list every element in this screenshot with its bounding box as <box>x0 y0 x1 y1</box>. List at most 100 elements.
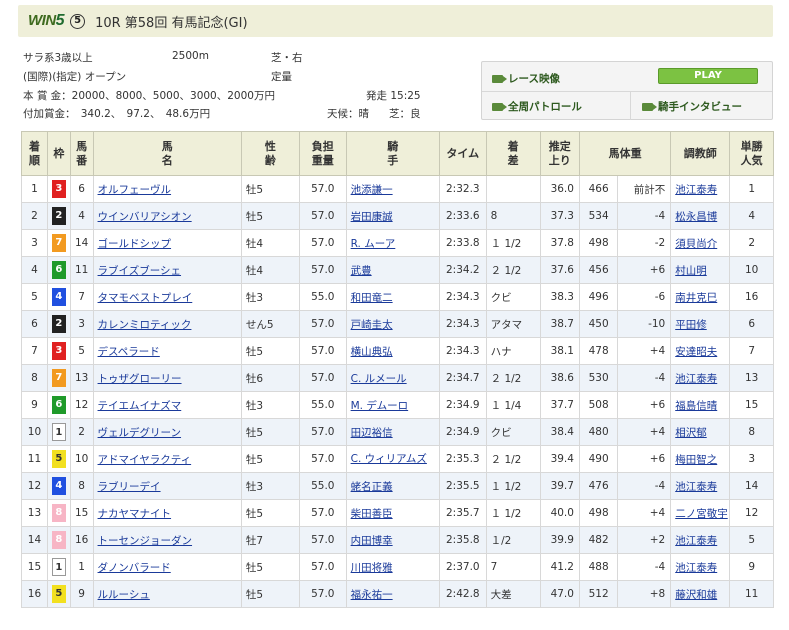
trainer-link[interactable]: 梅田智之 <box>675 454 717 466</box>
waku-badge: 1 <box>51 558 66 576</box>
last-cell: 39.4 <box>539 445 580 473</box>
last-cell: 41.2 <box>539 553 580 581</box>
trainer-cell: 梅田智之 <box>670 445 731 473</box>
jockey-interview-button[interactable]: 騎手インタビュー <box>642 99 742 114</box>
race-video-button[interactable]: レース映像 <box>492 71 560 86</box>
pop-cell: 11 <box>729 580 774 608</box>
sex-cell: 牡5 <box>240 445 300 473</box>
num-cell: 9 <box>69 580 94 608</box>
bwd-cell: -6 <box>617 283 672 311</box>
jockey-link[interactable]: 蛯名正義 <box>351 481 393 493</box>
horse-link[interactable]: テイエムイナズマ <box>98 400 182 412</box>
time-cell: 2:34.9 <box>438 391 487 419</box>
waku-cell: 4 <box>46 472 71 500</box>
weather: 天候：晴 <box>327 108 369 120</box>
sex-cell: 牡5 <box>240 202 300 230</box>
horse-link[interactable]: オルフェーヴル <box>98 184 172 196</box>
jockey-link[interactable]: 岩田康誠 <box>351 211 393 223</box>
jockey-link[interactable]: 柴田善臣 <box>351 508 393 520</box>
jockey-link[interactable]: 田辺裕信 <box>351 427 393 439</box>
horse-link[interactable]: ウインバリアシオン <box>98 211 192 223</box>
time-cell: 2:33.8 <box>438 229 487 257</box>
horse-link[interactable]: デスペラード <box>98 346 160 358</box>
jockey-link[interactable]: C. ウィリアムズ <box>351 453 427 465</box>
jockey-link[interactable]: 福永祐一 <box>351 589 393 601</box>
pos-cell: 9 <box>21 391 48 419</box>
horse-link[interactable]: ラブイズブーシェ <box>98 265 181 277</box>
trainer-link[interactable]: 福島信晴 <box>675 400 717 412</box>
jockey-link[interactable]: 横山典弘 <box>351 346 393 358</box>
jockey-link[interactable]: 武豊 <box>351 265 372 277</box>
wt-cell: 57.0 <box>298 526 347 554</box>
trainer-cell: 藤沢和雄 <box>670 580 731 608</box>
horse-cell: テイエムイナズマ <box>92 391 242 419</box>
play-button[interactable]: PLAY <box>658 68 758 84</box>
horse-link[interactable]: ゴールドシップ <box>98 238 172 250</box>
jockey-link[interactable]: C. ルメール <box>351 373 407 385</box>
sex-cell: せん5 <box>240 310 300 338</box>
jockey-link[interactable]: R. ムーア <box>351 238 396 250</box>
horse-link[interactable]: アドマイヤラクティ <box>98 454 192 466</box>
horse-link[interactable]: ナカヤマナイト <box>98 508 172 520</box>
trainer-link[interactable]: 池江泰寿 <box>675 184 717 196</box>
trainer-link[interactable]: 松永昌博 <box>675 211 717 223</box>
jockey-link[interactable]: M. デムーロ <box>351 400 409 412</box>
trainer-link[interactable]: 池江泰寿 <box>675 535 717 547</box>
trainer-link[interactable]: 須貝尚介 <box>675 238 717 250</box>
divider <box>630 92 631 120</box>
trainer-link[interactable]: 池江泰寿 <box>675 373 717 385</box>
horse-link[interactable]: カレンミロティック <box>98 319 192 331</box>
jockey-link[interactable]: 戸崎圭太 <box>351 319 393 331</box>
margin-cell: １ 1/2 <box>485 472 541 500</box>
sex-cell: 牡5 <box>240 499 300 527</box>
trainer-link[interactable]: 藤沢和雄 <box>675 589 717 601</box>
margin-cell: １ 1/2 <box>485 499 541 527</box>
trainer-link[interactable]: 池江泰寿 <box>675 562 717 574</box>
trainer-link[interactable]: 安達昭夫 <box>675 346 717 358</box>
result-row: 1 3 6 オルフェーヴル 牡5 57.0 池添謙一 2:32.3 36.0 466 前計不 池江泰寿… <box>21 175 774 203</box>
jockey-link[interactable]: 池添謙一 <box>351 184 393 196</box>
margin-cell: 8 <box>485 202 541 230</box>
pos-cell: 13 <box>21 499 48 527</box>
media-buttons-panel: レース映像 PLAY 全周パトロール 騎手インタビュー <box>481 61 773 120</box>
trainer-cell: 村山明 <box>670 256 731 284</box>
sex-cell: 牡3 <box>240 472 300 500</box>
trainer-link[interactable]: 村山明 <box>675 265 707 277</box>
patrol-video-button[interactable]: 全周パトロール <box>492 99 582 114</box>
horse-link[interactable]: ルルーシュ <box>98 589 150 601</box>
horse-link[interactable]: ヴェルデグリーン <box>98 427 181 439</box>
jockey-link[interactable]: 内田博幸 <box>351 535 393 547</box>
pos-cell: 14 <box>21 526 48 554</box>
jockey-link[interactable]: 和田竜二 <box>351 292 393 304</box>
time-cell: 2:34.3 <box>438 310 487 338</box>
trainer-cell: 池江泰寿 <box>670 472 731 500</box>
horse-link[interactable]: トゥザグローリー <box>98 373 182 385</box>
col-header-margin: 着差 <box>485 131 541 176</box>
horse-link[interactable]: ラブリーデイ <box>98 481 161 493</box>
jockey-link[interactable]: 川田将雅 <box>351 562 393 574</box>
trainer-link[interactable]: 南井克巳 <box>675 292 717 304</box>
wt-cell: 57.0 <box>298 553 347 581</box>
result-row: 7 3 5 デスペラード 牡5 57.0 横山典弘 2:34.3 ハナ 38.1 478 +4 安達昭夫… <box>21 337 774 365</box>
pop-cell: 7 <box>729 337 774 365</box>
num-cell: 14 <box>69 229 94 257</box>
trainer-link[interactable]: 相沢郁 <box>675 427 707 439</box>
horse-link[interactable]: ダノンバラード <box>98 562 171 574</box>
waku-badge: 5 <box>51 585 66 603</box>
last-cell: 38.1 <box>539 337 580 365</box>
col-header-last: 推定 上り <box>539 131 580 176</box>
trainer-link[interactable]: 平田修 <box>675 319 707 331</box>
last-cell: 38.6 <box>539 364 580 392</box>
pop-cell: 14 <box>729 472 774 500</box>
waku-cell: 3 <box>46 337 71 365</box>
horse-link[interactable]: タマモベストプレイ <box>98 292 193 304</box>
trainer-link[interactable]: 二ノ宮敬宇 <box>675 508 728 520</box>
horse-link[interactable]: トーセンジョーダン <box>98 535 193 547</box>
margin-cell: １/2 <box>485 526 541 554</box>
margin-cell: ハナ <box>485 337 541 365</box>
col-header-sex: 性齢 <box>240 131 300 176</box>
horse-cell: カレンミロティック <box>92 310 242 338</box>
trainer-link[interactable]: 池江泰寿 <box>675 481 717 493</box>
going: 芝：良 <box>389 108 421 120</box>
result-row: 15 1 1 ダノンバラード 牡5 57.0 川田将雅 2:37.0 7 41.2 488 -4 池江泰… <box>21 553 774 581</box>
